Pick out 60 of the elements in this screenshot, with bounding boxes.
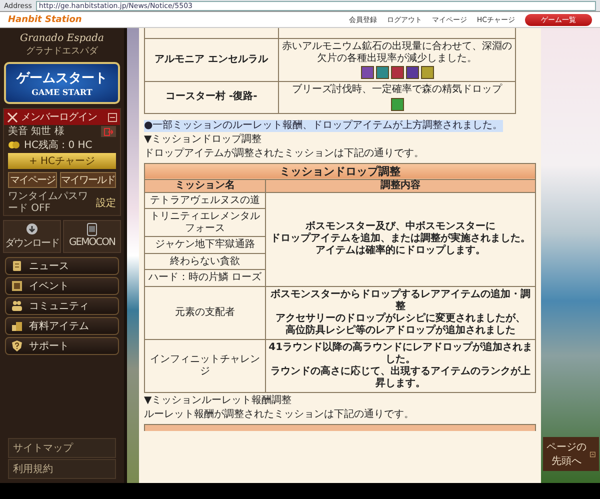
account-button[interactable]: マイワールド (60, 172, 116, 188)
table-cell: インフィニットチャレンジ (144, 339, 266, 392)
user-name: 美音 知世 様 (8, 126, 66, 138)
footer-link[interactable]: サイトマップ (8, 438, 116, 458)
section-heading: ▼ミッションルーレット報酬調整 (144, 394, 293, 407)
login-title: メンバーログイン (21, 111, 98, 124)
table-title: ミッションドロップ調整 (144, 163, 536, 180)
settings-link[interactable]: 設定 (96, 196, 116, 210)
game-start-subtitle: GAME START (32, 87, 92, 97)
download-icon (26, 223, 38, 235)
cell-text: ドロップアイテムを追加、または調整が実施されました。 (270, 233, 532, 244)
footer-link[interactable]: 利用規約 (8, 459, 116, 479)
coins-icon (11, 320, 23, 332)
cell-text: 赤いアルモニウム鉱石の出現量に合わせて、深淵の欠片の各種出現率が減少しました。 (282, 41, 512, 64)
chevron-up-icon (590, 450, 596, 458)
cell-text: ボスモンスターからドロップするレアアイテムの追加・調整 (270, 288, 532, 312)
page-top-button[interactable]: ページの先頭へ (542, 437, 598, 471)
one-time-password-status: ワンタイムパスワード OFF (8, 191, 89, 214)
logout-button[interactable] (101, 126, 116, 138)
collapse-icon[interactable] (108, 112, 117, 122)
table-cell: アルモニア エンセルラル (144, 38, 278, 82)
phone-icon (87, 223, 97, 236)
table-cell: テトラアヴェルヌスの道 (144, 192, 266, 209)
notice-text: ●一部ミッションのルーレット報酬、ドロップアイテムが上方調整されました。 (144, 120, 503, 132)
nav-item[interactable]: イベント (5, 277, 119, 295)
column-header: ミッション名 (144, 179, 266, 192)
sidebar-tile[interactable]: ダウンロード (3, 220, 61, 253)
people-icon (11, 300, 23, 312)
coin-icon (8, 141, 20, 150)
nav-item[interactable]: ニュース (5, 257, 119, 275)
game-logo-subtitle: グラナドエスパダ (26, 45, 98, 57)
cell-text: ブリーズ討伐時、一定確率で森の精気ドロップ (291, 84, 504, 96)
column-header: 調整内容 (266, 179, 536, 192)
table-cell: コースター村 -復路- (144, 82, 278, 113)
table-cell: トリニティエレメンタルフォース (144, 208, 266, 237)
cell-text: アクセサリーのドロップがレシピに変更されましたが、 (274, 312, 527, 324)
account-button[interactable]: マイページ (8, 172, 57, 188)
cell-text: アイテムは確率的にドロップします。 (314, 245, 487, 258)
section-heading: ▼ミッションドロップ調整 (144, 134, 263, 146)
cell-text: 高位防具レシピ等のレアドロップが追加されました (284, 324, 517, 337)
table-cell: ハード：時の片鱗 ローズ (144, 270, 266, 286)
game-logo[interactable]: Granado Espada (20, 32, 104, 44)
cell-text: ラウンドの高さに応じて、出現するアイテムのランクが上昇します。 (270, 366, 532, 390)
game-start-title: ゲームスタート (16, 70, 108, 87)
section-intro: ルーレット報酬が調整されたミッションは下記の通りです。 (144, 408, 415, 421)
table-cell: 終わらない貪欲 (144, 253, 266, 270)
help-icon (11, 340, 23, 352)
exit-icon (104, 128, 113, 136)
nav-item[interactable]: 有料アイテム (5, 317, 119, 335)
nav-item[interactable]: サポート (5, 337, 119, 355)
section-intro: ドロップアイテムが調整されたミッションは下記の通りです。 (144, 148, 425, 160)
cell-text: 41ラウンド以降の高ラウンドにレアドロップが追加されました。 (268, 342, 533, 365)
table-cell: ジャケン地下牢獄通路 (144, 236, 266, 254)
cell-text: ボスモンスター及び、中ボスモンスターに (306, 221, 497, 232)
nav-item[interactable]: コミュニティ (5, 297, 119, 315)
game-start-button[interactable]: ゲームスタート GAME START (4, 62, 120, 104)
table-cell: 元素の支配者 (144, 286, 266, 340)
sidebar-tile[interactable]: GEMOCON (63, 220, 121, 253)
hc-balance: HC残高 : 0 HC (24, 140, 92, 151)
hc-charge-button[interactable]: + HCチャージ (8, 153, 116, 169)
